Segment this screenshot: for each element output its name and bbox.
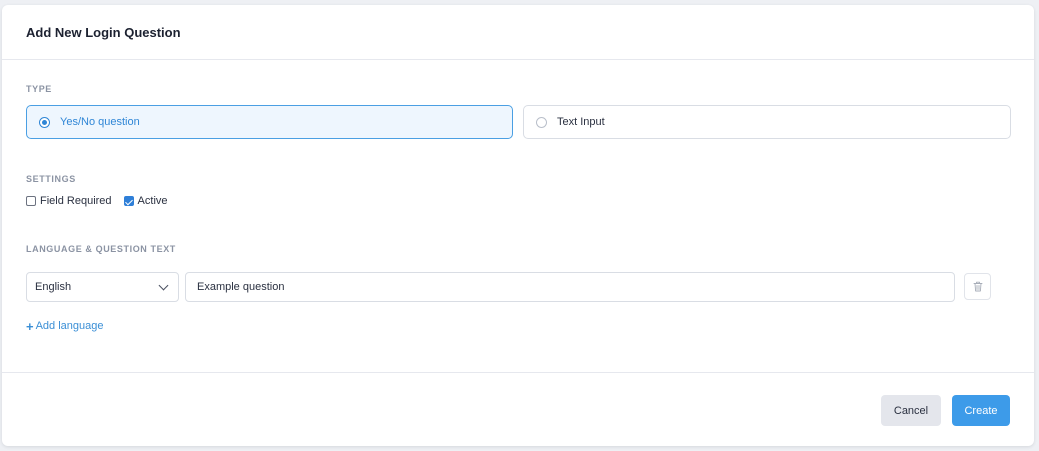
dialog-title: Add New Login Question [26,24,181,40]
chevron-down-icon [158,280,169,290]
type-option-label: Yes/No question [60,116,140,128]
checkbox-unchecked-icon [26,196,36,206]
plus-icon: + [26,318,34,334]
checkbox-checked-icon [123,196,134,206]
active-checkbox[interactable]: Active [123,195,168,207]
add-language-label: Add language [35,320,104,332]
type-option-yes-no[interactable]: Yes/No question [26,105,513,139]
field-required-label: Field Required [40,195,112,207]
trash-icon [973,281,982,292]
add-login-question-dialog: Add New Login Question TYPE Yes/No quest… [2,5,1034,446]
dialog-footer: Cancel Create [2,372,1034,446]
question-text-input[interactable] [185,272,955,302]
create-button[interactable]: Create [952,395,1010,426]
language-select-value: English [35,281,72,293]
settings-row: Field Required Active [26,195,180,207]
language-select[interactable]: English [26,272,179,302]
delete-language-button[interactable] [964,273,991,300]
add-language-link[interactable]: + Add language [26,318,104,334]
settings-section-label: SETTINGS [26,174,76,184]
field-required-checkbox[interactable]: Field Required [26,195,112,207]
type-option-label: Text Input [557,116,605,128]
active-label: Active [137,195,168,207]
type-section-label: TYPE [26,84,52,94]
type-option-text-input[interactable]: Text Input [523,105,1011,139]
language-section-label: LANGUAGE & QUESTION TEXT [26,244,176,254]
radio-unselected-icon [536,116,547,128]
cancel-button[interactable]: Cancel [881,395,941,426]
radio-selected-icon [39,116,50,128]
dialog-header: Add New Login Question [2,5,1034,60]
